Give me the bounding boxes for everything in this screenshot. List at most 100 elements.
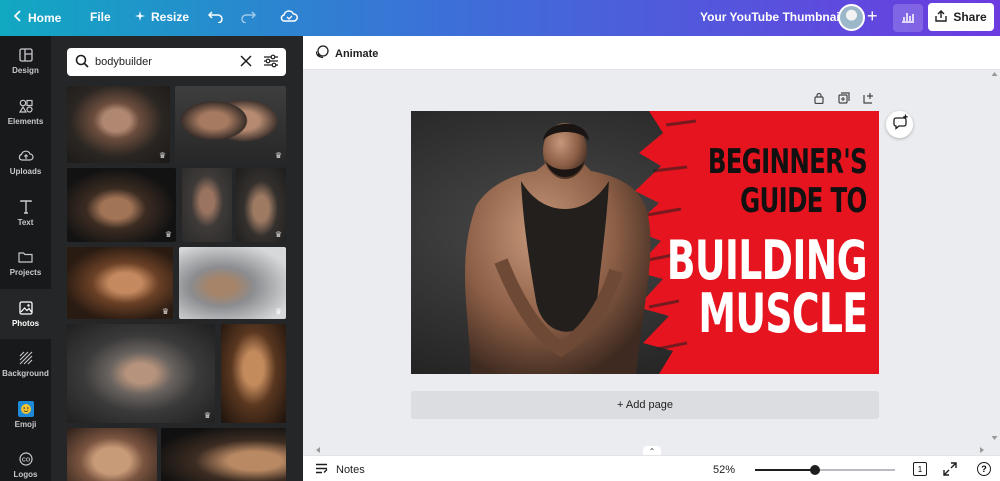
notes-icon: [315, 463, 328, 477]
rail-label: Text: [17, 217, 34, 227]
top-bar: Home File Resize Your YouTube Thumbnail …: [0, 0, 1000, 36]
resize-button[interactable]: Resize: [135, 10, 189, 24]
rail-item-photos[interactable]: Photos: [0, 289, 51, 339]
photo-thumbnail[interactable]: [67, 428, 157, 481]
hatch-icon: [18, 351, 34, 365]
file-label: File: [90, 10, 111, 24]
zoom-level[interactable]: 52%: [713, 464, 735, 476]
rail-label: Design: [12, 65, 39, 75]
add-page-button[interactable]: + Add page: [411, 391, 879, 419]
editor-toolbar: Animate: [303, 36, 1000, 70]
file-menu-button[interactable]: File: [90, 10, 111, 24]
rail-label: Emoji: [14, 419, 37, 429]
svg-text:CO: CO: [21, 457, 30, 463]
photos-panel: ♛ ♛ ♛ ♛ ♛ ♛ ♛: [51, 36, 303, 481]
crown-icon: ♛: [158, 151, 166, 160]
photo-thumbnail[interactable]: ♛: [179, 247, 286, 319]
share-button[interactable]: Share: [928, 3, 994, 31]
fullscreen-icon[interactable]: [943, 462, 957, 481]
rail-item-emoji[interactable]: Emoji: [0, 390, 51, 440]
photo-thumbnail[interactable]: ♛: [236, 168, 286, 242]
rail-label: Background: [2, 368, 49, 378]
rail-item-uploads[interactable]: Uploads: [0, 137, 51, 187]
side-rail: Design Elements Uploads Text Projects Ph…: [0, 36, 51, 481]
animate-button[interactable]: Animate: [315, 45, 378, 62]
add-collaborator-icon[interactable]: +: [867, 6, 878, 27]
home-label: Home: [28, 10, 62, 25]
crown-icon: ♛: [161, 307, 169, 316]
rail-item-background[interactable]: Background: [0, 339, 51, 389]
page-tools: [813, 91, 875, 105]
rail-label: Photos: [11, 318, 40, 328]
vertical-scrollbar[interactable]: [989, 70, 1000, 442]
bottom-bar: Notes 52% 1 ?: [303, 455, 1000, 481]
zoom-slider[interactable]: [755, 465, 895, 475]
search-box: [67, 48, 286, 76]
rail-label: Uploads: [9, 166, 42, 176]
page-count-button[interactable]: 1: [913, 462, 927, 476]
lock-icon[interactable]: [813, 91, 825, 105]
duplicate-page-icon[interactable]: [838, 91, 850, 104]
filter-icon[interactable]: [263, 54, 279, 73]
resize-label: Resize: [151, 10, 190, 24]
cloud-saved-icon[interactable]: [280, 9, 298, 26]
rail-item-logos[interactable]: CO Logos: [0, 440, 51, 481]
text-icon: [18, 199, 34, 214]
add-comment-button[interactable]: [886, 111, 913, 138]
photo-thumbnail[interactable]: ♛: [67, 247, 173, 319]
zoom-slider-fill: [755, 469, 815, 471]
photo-thumbnail[interactable]: ♛: [67, 86, 170, 163]
avatar[interactable]: [838, 4, 865, 31]
notes-button[interactable]: Notes: [315, 463, 365, 477]
shapes-icon: [18, 99, 34, 113]
cloud-upload-icon: [18, 149, 34, 163]
redo-icon[interactable]: [240, 9, 257, 28]
share-label: Share: [953, 10, 987, 24]
crown-icon: ♛: [274, 307, 282, 316]
share-icon: [935, 9, 948, 25]
rail-label: Elements: [7, 116, 44, 126]
add-page-label: + Add page: [617, 399, 673, 411]
undo-icon[interactable]: [207, 9, 224, 28]
home-button[interactable]: Home: [13, 10, 62, 25]
crown-icon: ♛: [274, 230, 282, 239]
rail-label: Projects: [9, 267, 42, 277]
rail-item-design[interactable]: Design: [0, 36, 51, 86]
rail-item-text[interactable]: Text: [0, 188, 51, 238]
emoji-icon: [17, 400, 34, 417]
crown-icon: ♛: [203, 411, 211, 420]
image-icon: [18, 300, 34, 315]
insights-button[interactable]: [893, 4, 923, 32]
rail-item-projects[interactable]: Projects: [0, 238, 51, 288]
zoom-slider-knob[interactable]: [810, 465, 820, 475]
add-page-icon[interactable]: [863, 91, 875, 104]
sparkle-icon: [135, 10, 145, 24]
search-input[interactable]: [95, 52, 235, 72]
crown-icon: ♛: [164, 230, 172, 239]
headline-line-4[interactable]: MUSCLE: [698, 282, 868, 345]
headline-line-2[interactable]: GUIDE TO: [741, 181, 868, 221]
animate-label: Animate: [335, 47, 379, 60]
photo-thumbnail[interactable]: ♛: [67, 324, 215, 423]
photo-thumbnail[interactable]: [182, 168, 232, 242]
photo-thumbnail[interactable]: [221, 324, 286, 423]
rail-item-elements[interactable]: Elements: [0, 87, 51, 137]
bar-chart-icon: [901, 11, 915, 26]
photo-thumbnail[interactable]: ♛: [67, 168, 176, 242]
design-canvas[interactable]: BEGINNER'S GUIDE TO BUILDING MUSCLE: [411, 111, 879, 374]
headline-line-1[interactable]: BEGINNER'S: [708, 142, 868, 182]
notes-label: Notes: [336, 464, 365, 476]
folder-icon: [18, 250, 34, 264]
chevron-left-icon: [13, 10, 22, 25]
photo-thumbnail[interactable]: [161, 428, 286, 481]
layout-icon: [18, 47, 34, 62]
logo-icon: CO: [18, 451, 34, 466]
rail-label: Logos: [13, 469, 38, 479]
comment-plus-icon: [892, 114, 908, 135]
help-button[interactable]: ?: [977, 462, 991, 476]
clear-icon[interactable]: [239, 54, 253, 73]
photo-thumbnail[interactable]: ♛: [175, 86, 286, 163]
document-title[interactable]: Your YouTube Thumbnail: [700, 10, 843, 24]
animate-icon: [315, 45, 329, 62]
search-icon: [75, 54, 89, 73]
